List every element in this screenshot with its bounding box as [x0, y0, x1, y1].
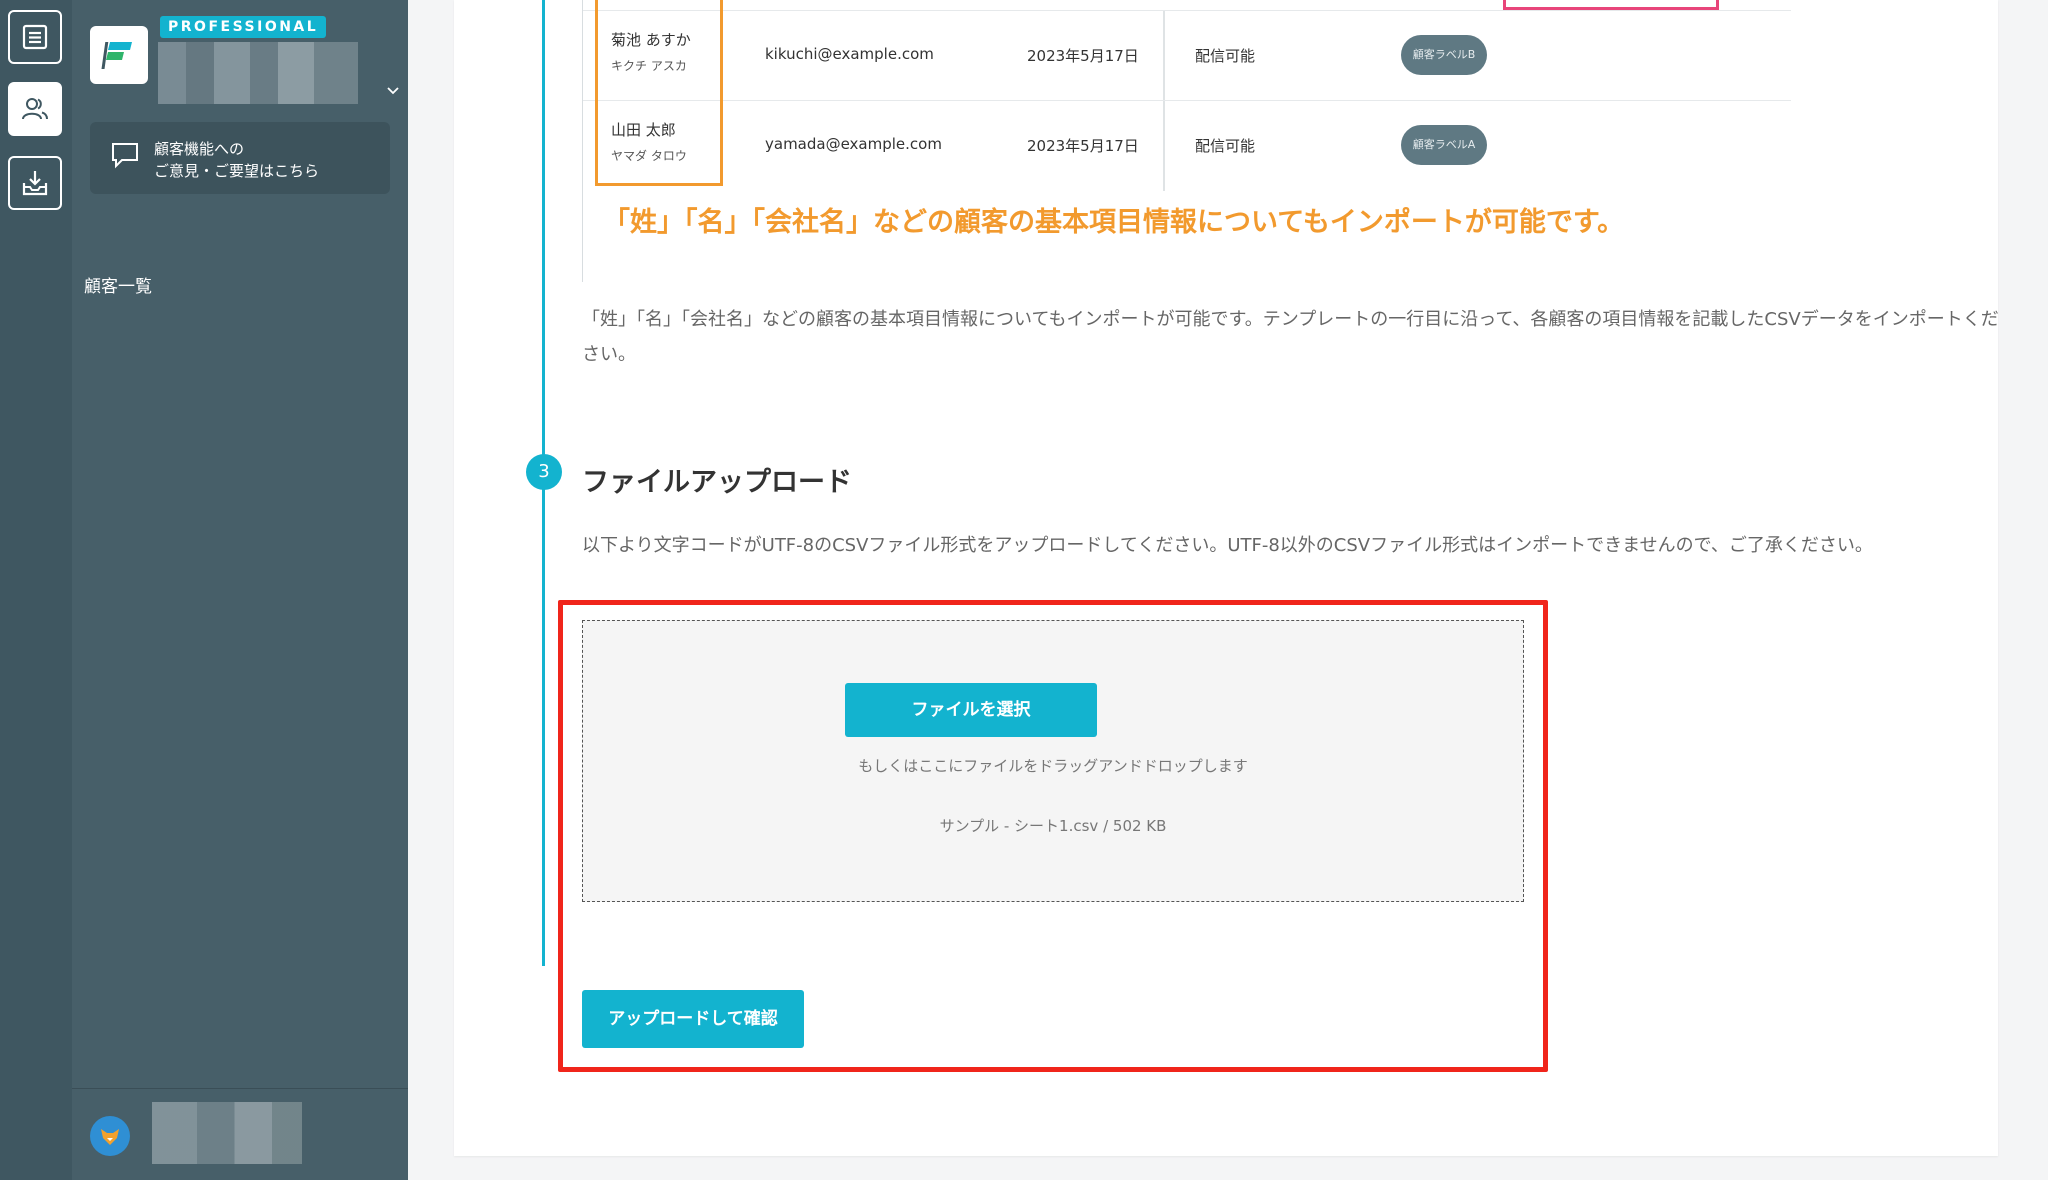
sidebar: PROFESSIONAL 顧客機能への ご意見・ご要望はこちら 顧客一覧	[72, 0, 408, 1180]
label-column-highlight	[1503, 0, 1719, 10]
customer-label-badge: 顧客ラベルB	[1401, 35, 1487, 75]
sidebar-divider	[72, 1088, 408, 1089]
document-list-icon	[22, 24, 48, 50]
upload-description: 以下より文字コードがUTF-8のCSVファイル形式をアップロードしてください。U…	[582, 535, 1873, 556]
main-content: 菊池 あすか キクチ アスカ kikuchi@example.com 2023年…	[408, 0, 2048, 1180]
workspace-name-redacted	[158, 42, 358, 104]
step-number-badge: 3	[526, 454, 562, 490]
workspace-logo	[90, 26, 148, 84]
icon-rail	[0, 0, 72, 1180]
import-card: 菊池 あすか キクチ アスカ kikuchi@example.com 2023年…	[454, 0, 1999, 1156]
delivery-status: 配信可能	[1195, 137, 1256, 155]
column-divider	[1163, 11, 1165, 101]
plan-badge: PROFESSIONAL	[160, 16, 327, 38]
avatar[interactable]	[90, 1116, 130, 1156]
sidebar-item-customer-list[interactable]: 顧客一覧	[84, 272, 152, 297]
example-table: 菊池 あすか キクチ アスカ kikuchi@example.com 2023年…	[582, 0, 1802, 282]
column-divider	[1163, 101, 1165, 191]
feedback-link[interactable]: 顧客機能への ご意見・ご要望はこちら	[90, 122, 390, 194]
feedback-line-1: 顧客機能への	[154, 140, 245, 158]
feedback-text: 顧客機能への ご意見・ご要望はこちら	[154, 138, 319, 182]
name-column-highlight	[595, 0, 723, 186]
fox-avatar-icon	[101, 1129, 119, 1145]
users-icon	[22, 98, 48, 120]
table-row: 菊池 あすか キクチ アスカ kikuchi@example.com 2023年…	[583, 10, 1791, 101]
workspace-switcher[interactable]: PROFESSIONAL	[90, 16, 399, 104]
chevron-down-icon[interactable]	[386, 84, 400, 98]
rail-item-customers[interactable]	[8, 82, 62, 136]
feedback-line-2: ご意見・ご要望はこちら	[154, 162, 320, 180]
flag-logo-icon	[101, 42, 132, 69]
upload-area-highlight	[558, 600, 1548, 1072]
customer-label-badge: 顧客ラベルA	[1401, 125, 1487, 165]
rail-item-import[interactable]	[8, 156, 62, 210]
inbox-download-icon	[22, 171, 48, 196]
example-caption: 「姓」「名」「会社名」などの顧客の基本項目情報についてもインポートが可能です。	[603, 207, 1625, 238]
customer-email: yamada@example.com	[765, 135, 942, 153]
intro-text: 「姓」「名」「会社名」などの顧客の基本項目情報についてもインポートが可能です。テ…	[582, 309, 1999, 365]
customer-email: kikuchi@example.com	[765, 45, 934, 63]
customer-date: 2023年5月17日	[1027, 47, 1139, 65]
table-row: 山田 太郎 ヤマダ タロウ yamada@example.com 2023年5月…	[583, 100, 1791, 191]
user-name-redacted	[152, 1102, 302, 1164]
speech-bubble-icon	[112, 143, 138, 169]
section-title: ファイルアップロード	[582, 467, 852, 498]
delivery-status: 配信可能	[1195, 47, 1256, 65]
rail-item-documents[interactable]	[8, 10, 62, 64]
customer-date: 2023年5月17日	[1027, 137, 1139, 155]
